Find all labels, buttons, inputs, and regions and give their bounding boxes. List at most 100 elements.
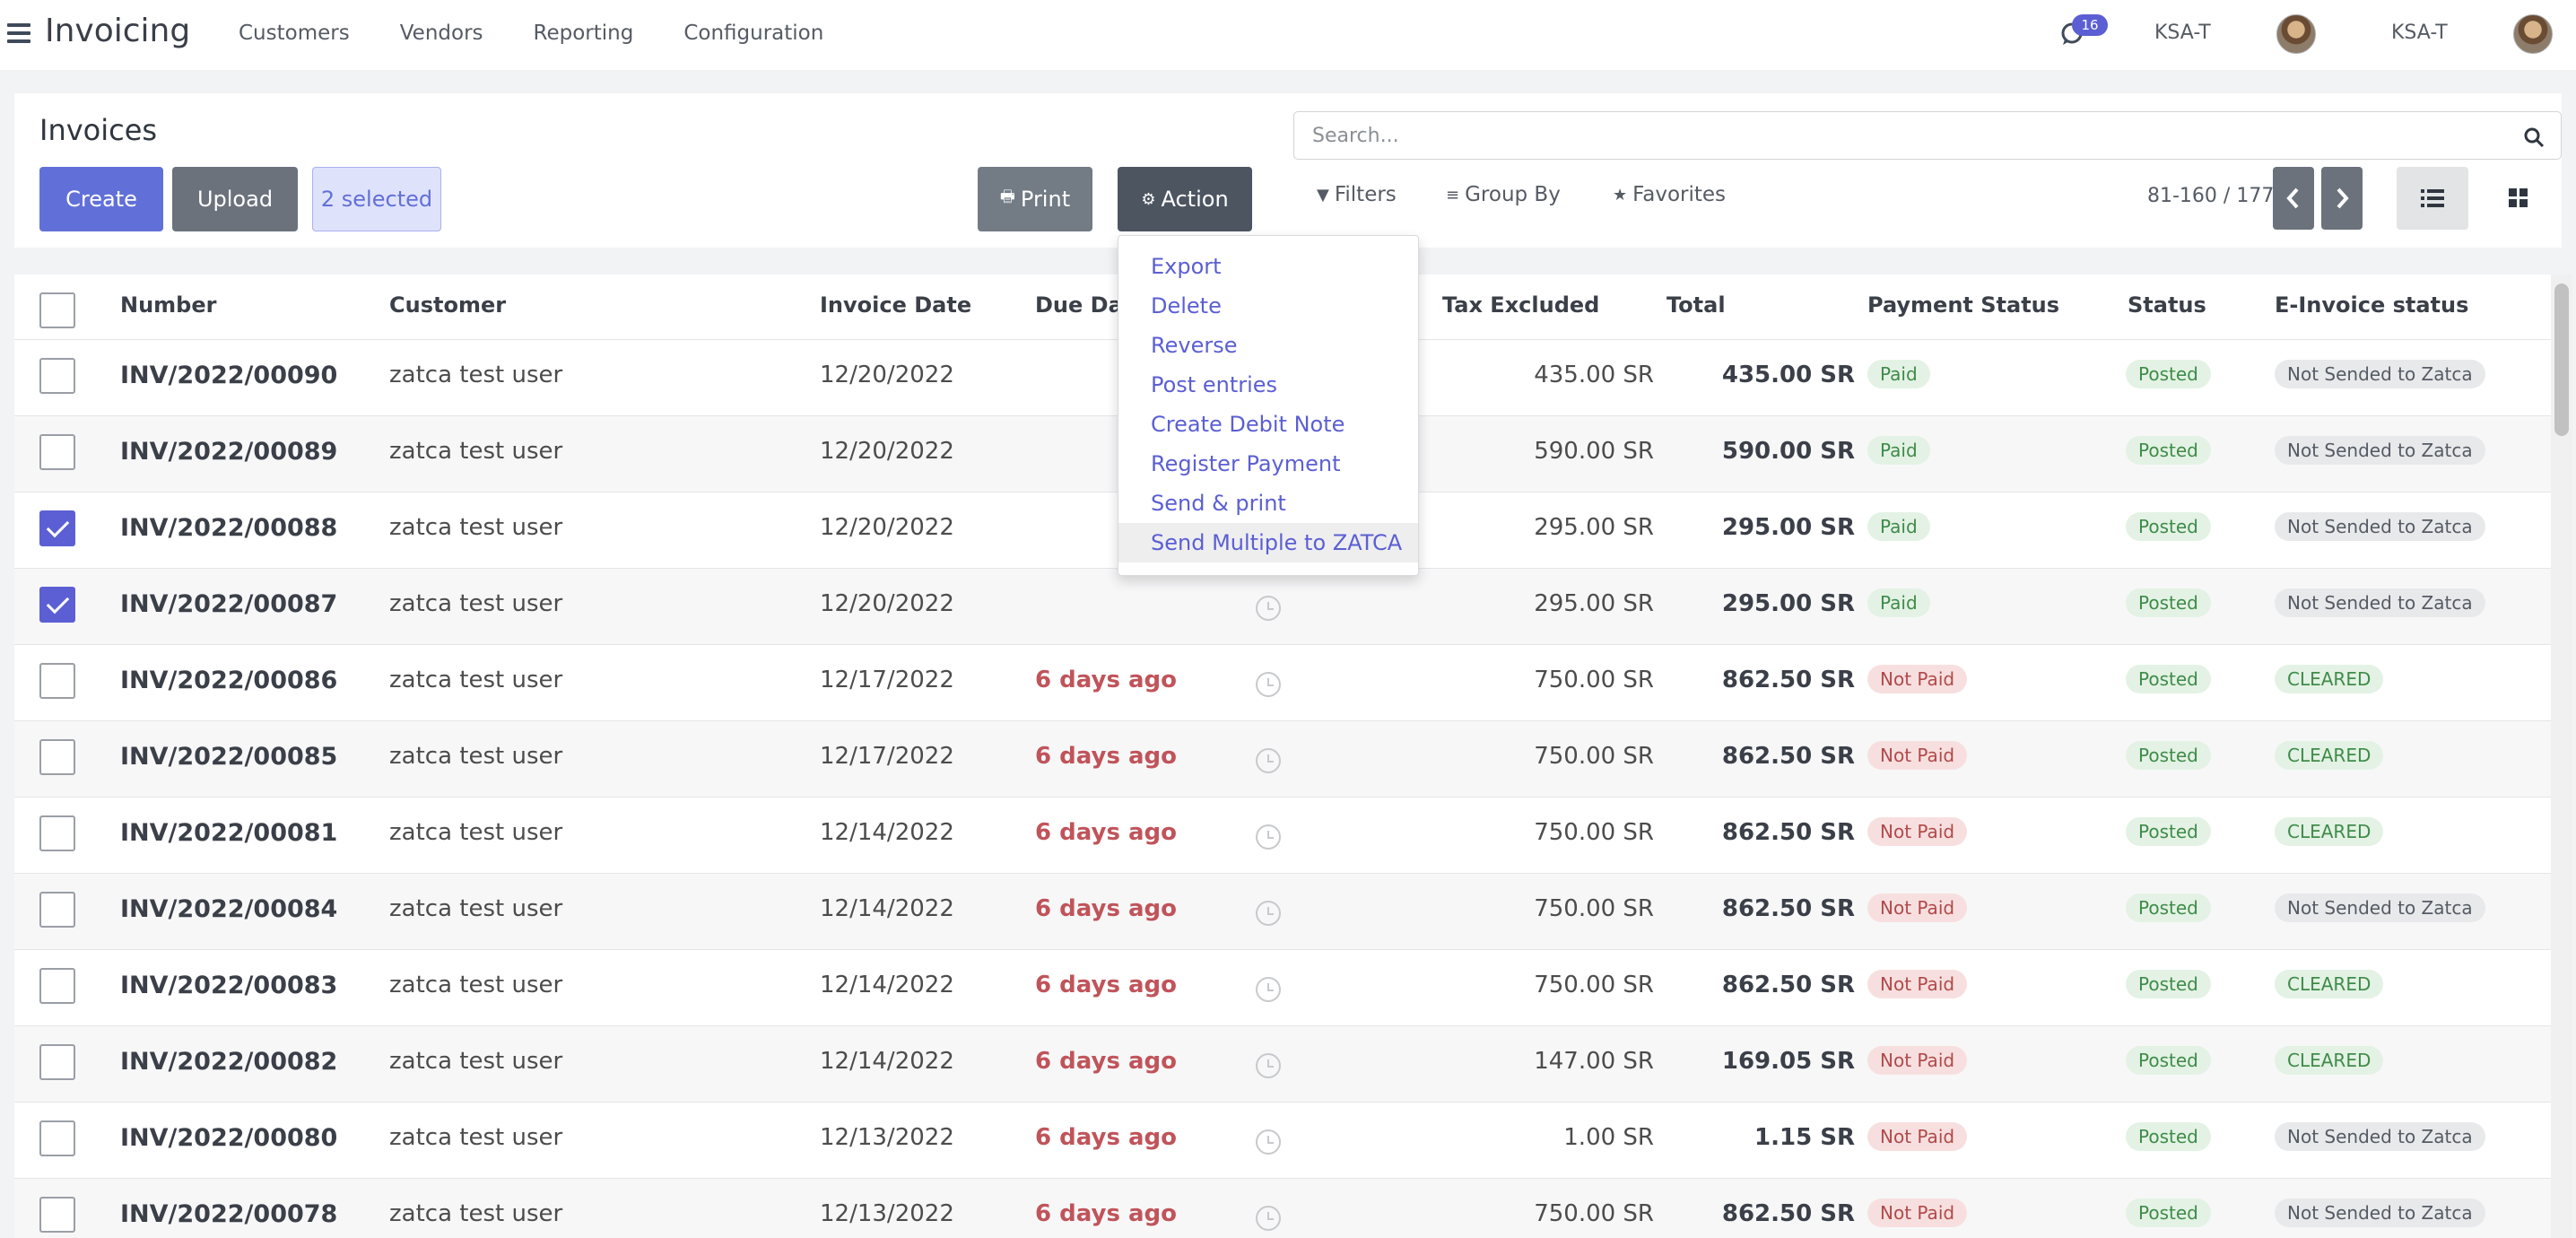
- column-number[interactable]: Number: [120, 292, 216, 318]
- customer-name: zatca test user: [389, 590, 563, 617]
- menu-configuration[interactable]: Configuration: [683, 22, 823, 45]
- column-total[interactable]: Total: [1667, 292, 1726, 318]
- action-register-payment[interactable]: Register Payment: [1118, 444, 1418, 484]
- pager-value[interactable]: 81-160 / 177: [2147, 185, 2274, 207]
- payment-status-badge: Not Paid: [1867, 817, 1968, 846]
- scroll-thumb[interactable]: [2554, 283, 2569, 436]
- clock-icon: [1256, 901, 1281, 926]
- table-row[interactable]: INV/2022/00084 zatca test user 12/14/2022 6…: [14, 873, 2551, 949]
- user-company[interactable]: KSA-T: [2391, 22, 2448, 44]
- payment-status-badge: Not Paid: [1867, 1122, 1968, 1151]
- invoice-number: INV/2022/00082: [120, 1048, 338, 1076]
- filters-toggle[interactable]: ▼ Filters: [1317, 183, 1397, 206]
- filters-label: Filters: [1334, 183, 1397, 206]
- einvoice-status-badge: Not Sended to Zatca: [2275, 588, 2485, 617]
- table-row[interactable]: INV/2022/00087 zatca test user 12/20/2022 2…: [14, 568, 2551, 644]
- customer-name: zatca test user: [389, 1200, 563, 1227]
- list-view-button[interactable]: [2397, 167, 2468, 230]
- table-row[interactable]: INV/2022/00086 zatca test user 12/17/2022 6…: [14, 644, 2551, 720]
- action-send-print[interactable]: Send & print: [1118, 484, 1418, 523]
- clock-icon: [1256, 748, 1281, 773]
- search-input[interactable]: [1312, 121, 2478, 150]
- action-post-entries[interactable]: Post entries: [1118, 365, 1418, 405]
- chat-badge: 16: [2072, 14, 2108, 36]
- payment-status-badge: Not Paid: [1867, 1046, 1968, 1075]
- search-icon[interactable]: [2523, 126, 2545, 148]
- column-customer[interactable]: Customer: [389, 292, 506, 318]
- column-tax-excluded[interactable]: Tax Excluded: [1442, 292, 1599, 318]
- row-checkbox[interactable]: [39, 968, 75, 1004]
- action-export[interactable]: Export: [1118, 247, 1418, 286]
- tax-excluded: 750.00 SR: [1534, 743, 1654, 770]
- favorites-toggle[interactable]: ★ Favorites: [1613, 183, 1726, 206]
- row-checkbox[interactable]: [39, 358, 75, 394]
- clock-icon: [1256, 596, 1281, 621]
- row-checkbox[interactable]: [39, 892, 75, 928]
- app-title[interactable]: Invoicing: [45, 13, 190, 49]
- menu-vendors[interactable]: Vendors: [400, 22, 483, 45]
- einvoice-status-badge: Not Sended to Zatca: [2275, 512, 2485, 541]
- invoice-date: 12/14/2022: [820, 1048, 954, 1075]
- row-checkbox[interactable]: [39, 815, 75, 851]
- user-avatar[interactable]: [2513, 14, 2553, 54]
- list-scrollbar[interactable]: [2551, 275, 2572, 1238]
- row-checkbox[interactable]: [39, 1044, 75, 1080]
- total-amount: 1.15 SR: [1754, 1124, 1855, 1151]
- status-badge: Posted: [2126, 894, 2211, 922]
- chevron-right-icon: [2337, 187, 2349, 209]
- row-checkbox[interactable]: [39, 663, 75, 699]
- invoice-number: INV/2022/00090: [120, 362, 338, 389]
- list-icon: ≡: [1446, 185, 1460, 205]
- pager-previous-button[interactable]: [2273, 167, 2314, 230]
- action-send-multiple-zatca[interactable]: Send Multiple to ZATCA: [1118, 523, 1418, 562]
- invoice-number: INV/2022/00086: [120, 667, 338, 694]
- menu-customers[interactable]: Customers: [239, 22, 350, 45]
- table-row[interactable]: INV/2022/00083 zatca test user 12/14/2022 6…: [14, 949, 2551, 1025]
- groupby-toggle[interactable]: ≡ Group By: [1446, 183, 1561, 206]
- row-checkbox[interactable]: [39, 1120, 75, 1156]
- column-invoice-date[interactable]: Invoice Date: [820, 292, 971, 318]
- table-row[interactable]: INV/2022/00080 zatca test user 12/13/2022 6…: [14, 1102, 2551, 1178]
- action-delete[interactable]: Delete: [1118, 286, 1418, 326]
- pager-next-button[interactable]: [2321, 167, 2363, 230]
- company-switcher[interactable]: KSA-T: [2154, 22, 2211, 44]
- column-payment-status[interactable]: Payment Status: [1867, 292, 2059, 318]
- create-button[interactable]: Create: [39, 167, 163, 231]
- action-reverse[interactable]: Reverse: [1118, 326, 1418, 365]
- total-amount: 862.50 SR: [1721, 972, 1855, 998]
- action-label: Action: [1161, 187, 1229, 212]
- status-badge: Posted: [2126, 436, 2211, 465]
- tax-excluded: 750.00 SR: [1534, 972, 1654, 998]
- row-checkbox[interactable]: [39, 739, 75, 775]
- kanban-view-button[interactable]: [2483, 167, 2554, 230]
- row-checkbox[interactable]: [39, 510, 75, 546]
- einvoice-status-badge: Not Sended to Zatca: [2275, 436, 2485, 465]
- table-row[interactable]: INV/2022/00082 zatca test user 12/14/2022 6…: [14, 1025, 2551, 1102]
- table-row[interactable]: INV/2022/00081 zatca test user 12/14/2022 6…: [14, 797, 2551, 873]
- payment-status-badge: Paid: [1867, 360, 1930, 388]
- row-checkbox[interactable]: [39, 587, 75, 623]
- table-row[interactable]: INV/2022/00085 zatca test user 12/17/2022 6…: [14, 720, 2551, 797]
- table-row[interactable]: INV/2022/00078 zatca test user 12/13/2022 6…: [14, 1178, 2551, 1238]
- menu-icon[interactable]: [7, 23, 30, 45]
- column-status[interactable]: Status: [2128, 292, 2206, 318]
- row-checkbox[interactable]: [39, 1197, 75, 1233]
- menu-reporting[interactable]: Reporting: [534, 22, 634, 45]
- selected-count[interactable]: 2 selected: [312, 167, 441, 231]
- row-checkbox[interactable]: [39, 434, 75, 470]
- list-view-icon: [2421, 189, 2444, 207]
- select-all-checkbox[interactable]: [39, 292, 75, 328]
- print-button[interactable]: 🖶 Print: [978, 167, 1092, 231]
- search-box: [1293, 111, 2562, 160]
- total-amount: 862.50 SR: [1721, 743, 1855, 770]
- upload-button[interactable]: Upload: [172, 167, 298, 231]
- status-badge: Posted: [2126, 512, 2211, 541]
- action-button[interactable]: ⚙ Action: [1118, 167, 1252, 231]
- invoice-number: INV/2022/00088: [120, 514, 338, 542]
- total-amount: 590.00 SR: [1721, 438, 1855, 465]
- invoice-number: INV/2022/00078: [120, 1200, 338, 1228]
- column-einvoice-status[interactable]: E-Invoice status: [2275, 292, 2468, 318]
- invoice-number: INV/2022/00087: [120, 590, 338, 618]
- avatar[interactable]: [2276, 14, 2316, 54]
- action-create-debit-note[interactable]: Create Debit Note: [1118, 405, 1418, 444]
